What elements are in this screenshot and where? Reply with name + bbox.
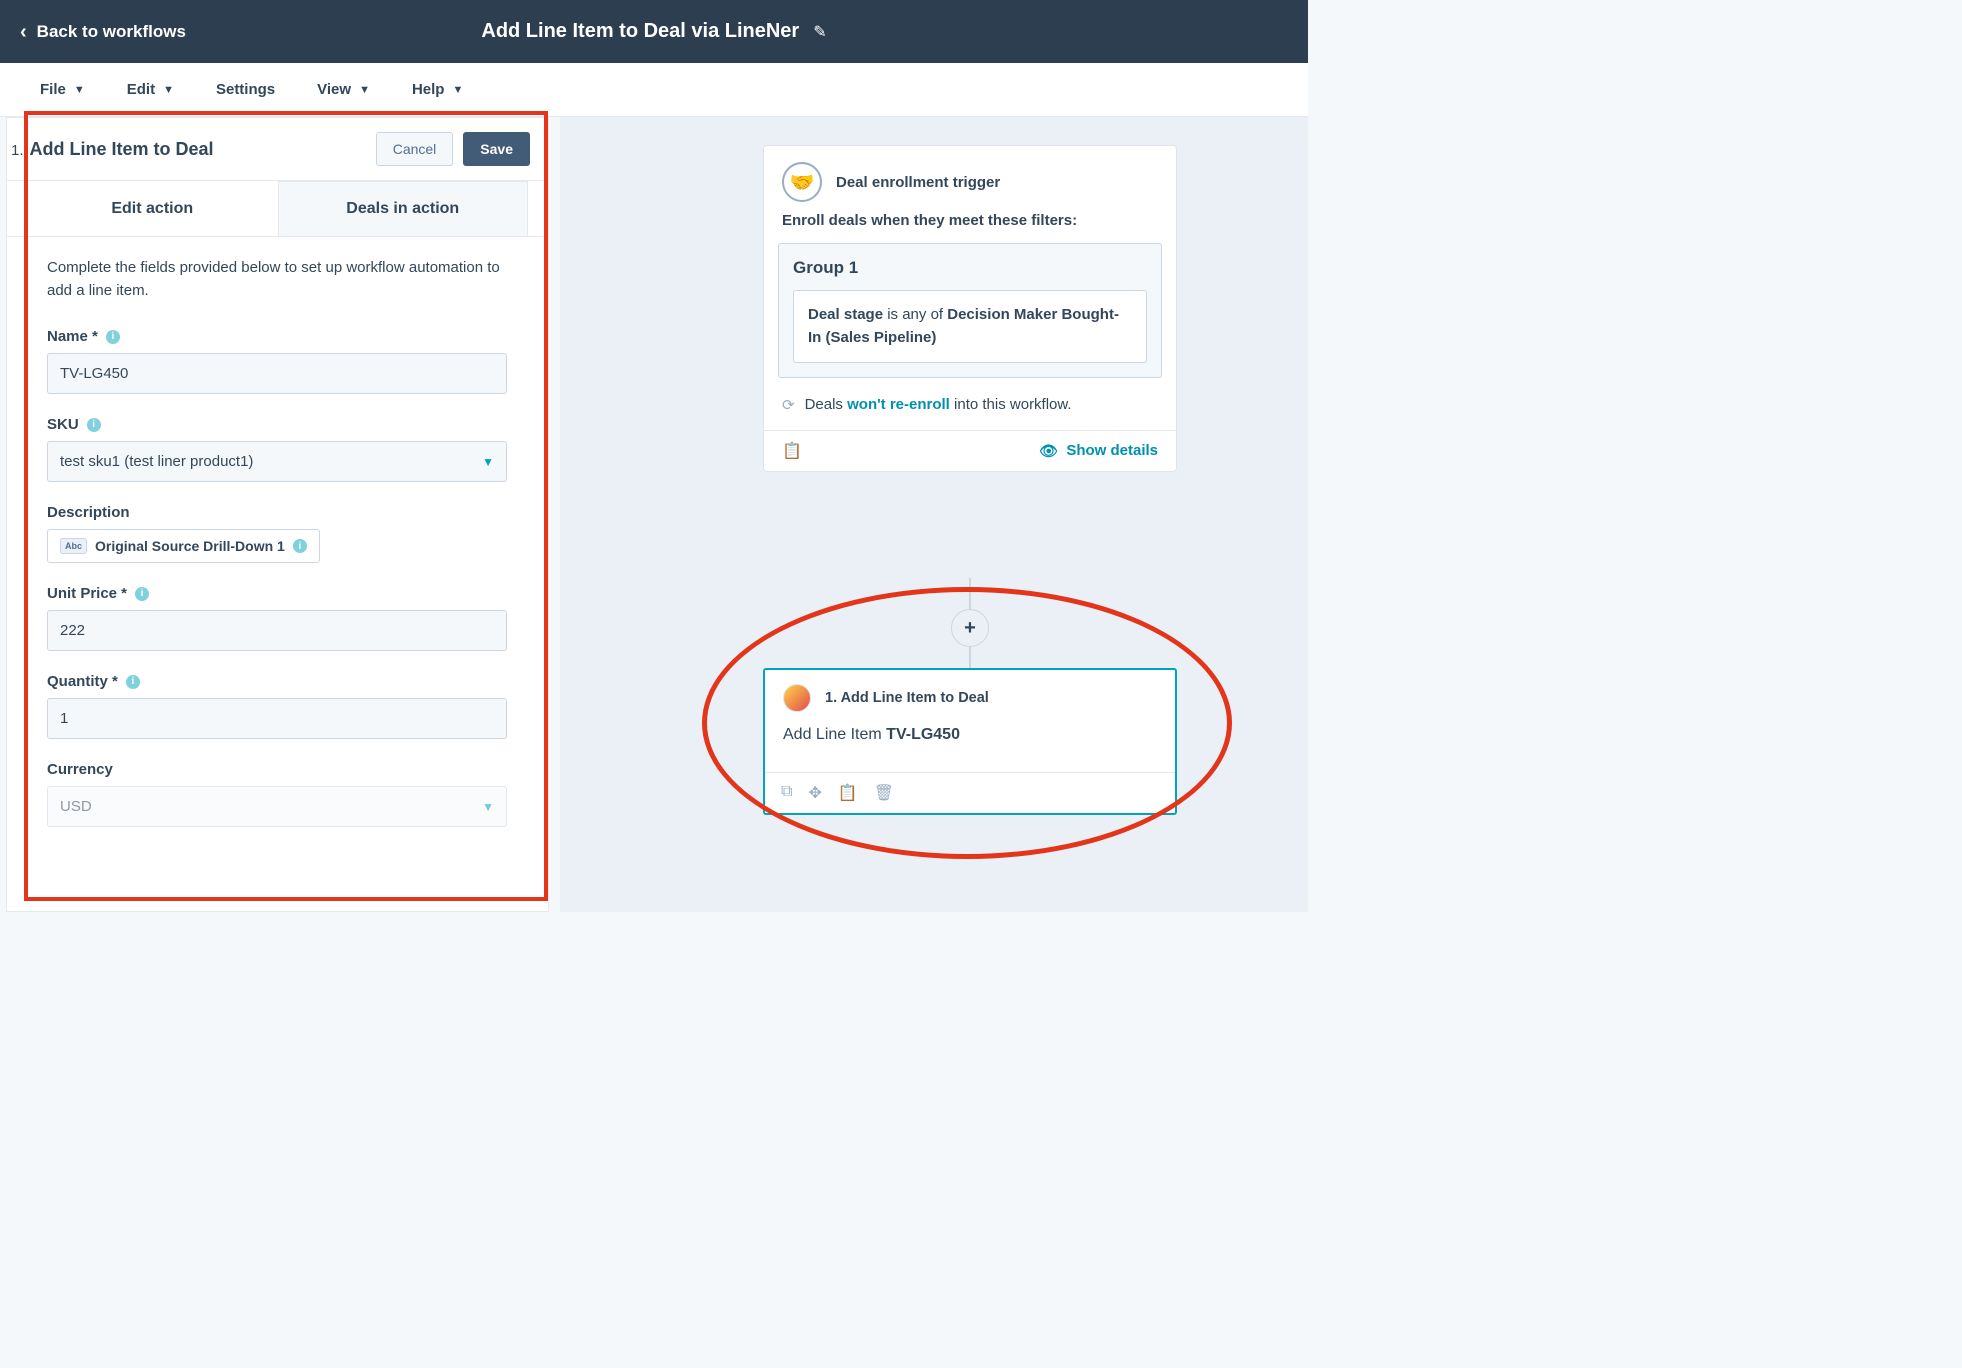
abc-badge-icon: Abc — [60, 538, 87, 554]
panel-body: Complete the fields provided below to se… — [7, 237, 548, 897]
show-details-link[interactable]: 👁 Show details — [1039, 442, 1158, 460]
eye-icon: 👁 — [1039, 442, 1058, 460]
menu-file-label: File — [40, 81, 66, 98]
panel-header: 1. Add Line Item to Deal Cancel Save — [7, 118, 548, 181]
show-details-label: Show details — [1066, 442, 1158, 459]
menu-bar: File ▼ Edit ▼ Settings View ▼ Help ▼ — [0, 63, 1308, 117]
trigger-card[interactable]: 🤝 Deal enrollment trigger Enroll deals w… — [763, 145, 1177, 472]
back-to-workflows-link[interactable]: ‹ Back to workflows — [20, 22, 186, 42]
info-icon[interactable]: i — [87, 418, 101, 432]
field-unit-price: Unit Price * i — [47, 585, 508, 651]
trigger-subtitle: Enroll deals when they meet these filter… — [764, 212, 1176, 243]
top-header: ‹ Back to workflows Add Line Item to Dea… — [0, 0, 1308, 63]
action-card[interactable]: 1. Add Line Item to Deal Add Line Item T… — [763, 668, 1177, 815]
filter-operator: is any of — [883, 306, 947, 323]
menu-edit[interactable]: Edit ▼ — [127, 81, 174, 98]
chevron-down-icon: ▼ — [482, 455, 494, 469]
header-title-wrap: Add Line Item to Deal via LineNer ✎ — [481, 20, 826, 43]
filter-condition[interactable]: Deal stage is any of Decision Maker Boug… — [793, 290, 1147, 363]
reenroll-pre: Deals — [805, 396, 848, 413]
menu-view[interactable]: View ▼ — [317, 81, 370, 98]
action-body-pre: Add Line Item — [783, 726, 886, 743]
field-quantity: Quantity * i — [47, 673, 508, 739]
name-label: Name * — [47, 328, 98, 345]
filter-group: Group 1 Deal stage is any of Decision Ma… — [778, 243, 1162, 378]
handshake-icon: 🤝 — [782, 162, 822, 202]
field-currency: Currency USD ▼ — [47, 761, 508, 827]
chevron-down-icon: ▼ — [359, 84, 370, 96]
back-label: Back to workflows — [37, 22, 186, 42]
cancel-button[interactable]: Cancel — [376, 132, 454, 166]
step-number: 1. — [11, 142, 24, 159]
menu-edit-label: Edit — [127, 81, 155, 98]
info-icon[interactable]: i — [126, 675, 140, 689]
menu-settings[interactable]: Settings — [216, 81, 275, 98]
currency-label: Currency — [47, 761, 113, 778]
move-icon[interactable]: ✥ — [808, 783, 821, 803]
delete-icon[interactable]: 🗑 — [874, 783, 894, 803]
workflow-title: Add Line Item to Deal via LineNer — [481, 20, 799, 43]
info-icon[interactable]: i — [293, 539, 307, 553]
menu-settings-label: Settings — [216, 81, 275, 98]
copy-icon[interactable]: ⧉ — [781, 783, 792, 803]
chevron-down-icon: ▼ — [74, 84, 85, 96]
action-card-title: 1. Add Line Item to Deal — [825, 690, 989, 706]
clipboard-icon[interactable]: 📋 — [838, 783, 858, 803]
quantity-input[interactable] — [47, 698, 507, 739]
add-step-button[interactable]: + — [951, 609, 989, 647]
trigger-footer: 📋 👁 Show details — [764, 430, 1176, 471]
unit-price-input[interactable] — [47, 610, 507, 651]
refresh-icon: ⟳ — [782, 396, 795, 414]
tab-edit-action[interactable]: Edit action — [27, 181, 278, 236]
clipboard-icon[interactable]: 📋 — [782, 441, 802, 461]
info-icon[interactable]: i — [135, 587, 149, 601]
description-token[interactable]: Abc Original Source Drill-Down 1 i — [47, 529, 320, 563]
field-name: Name * i — [47, 328, 508, 394]
field-description: Description Abc Original Source Drill-Do… — [47, 504, 508, 563]
reenroll-link[interactable]: won't re-enroll — [847, 396, 950, 413]
chevron-down-icon: ▼ — [163, 84, 174, 96]
group-title: Group 1 — [793, 258, 1147, 278]
tab-deals-in-action[interactable]: Deals in action — [278, 181, 529, 236]
currency-selected-value: USD — [60, 798, 92, 815]
action-card-body: Add Line Item TV-LG450 — [765, 720, 1175, 772]
action-body-bold: TV-LG450 — [886, 726, 960, 743]
quantity-label: Quantity * — [47, 673, 118, 690]
menu-view-label: View — [317, 81, 351, 98]
instructions-text: Complete the fields provided below to se… — [47, 257, 508, 302]
sku-select[interactable]: test sku1 (test liner product1) ▼ — [47, 441, 507, 482]
action-footer: ⧉ ✥ 📋 🗑 — [765, 772, 1175, 813]
chevron-left-icon: ‹ — [20, 22, 27, 42]
currency-select[interactable]: USD ▼ — [47, 786, 507, 827]
menu-help[interactable]: Help ▼ — [412, 81, 463, 98]
panel-tabs: Edit action Deals in action — [7, 181, 548, 237]
action-editor-panel: 1. Add Line Item to Deal Cancel Save Edi… — [6, 117, 549, 912]
reenroll-post: into this workflow. — [950, 396, 1072, 413]
trigger-title: Deal enrollment trigger — [836, 174, 1000, 191]
field-sku: SKU i test sku1 (test liner product1) ▼ — [47, 416, 508, 482]
info-icon[interactable]: i — [106, 330, 120, 344]
sku-label: SKU — [47, 416, 79, 433]
sku-selected-value: test sku1 (test liner product1) — [60, 453, 253, 470]
menu-file[interactable]: File ▼ — [40, 81, 85, 98]
reenroll-row: ⟳ Deals won't re-enroll into this workfl… — [764, 392, 1176, 430]
save-button[interactable]: Save — [463, 132, 530, 166]
name-input[interactable] — [47, 353, 507, 394]
chevron-down-icon: ▼ — [482, 800, 494, 814]
plus-icon: + — [964, 617, 976, 640]
edit-title-icon[interactable]: ✎ — [813, 22, 826, 42]
workflow-canvas[interactable]: 🤝 Deal enrollment trigger Enroll deals w… — [560, 117, 1308, 912]
unit-price-label: Unit Price * — [47, 585, 127, 602]
description-label: Description — [47, 504, 130, 521]
app-icon — [783, 684, 811, 712]
chevron-down-icon: ▼ — [452, 84, 463, 96]
menu-help-label: Help — [412, 81, 445, 98]
filter-property: Deal stage — [808, 306, 883, 323]
description-token-text: Original Source Drill-Down 1 — [95, 538, 285, 554]
panel-title: Add Line Item to Deal — [30, 139, 214, 160]
